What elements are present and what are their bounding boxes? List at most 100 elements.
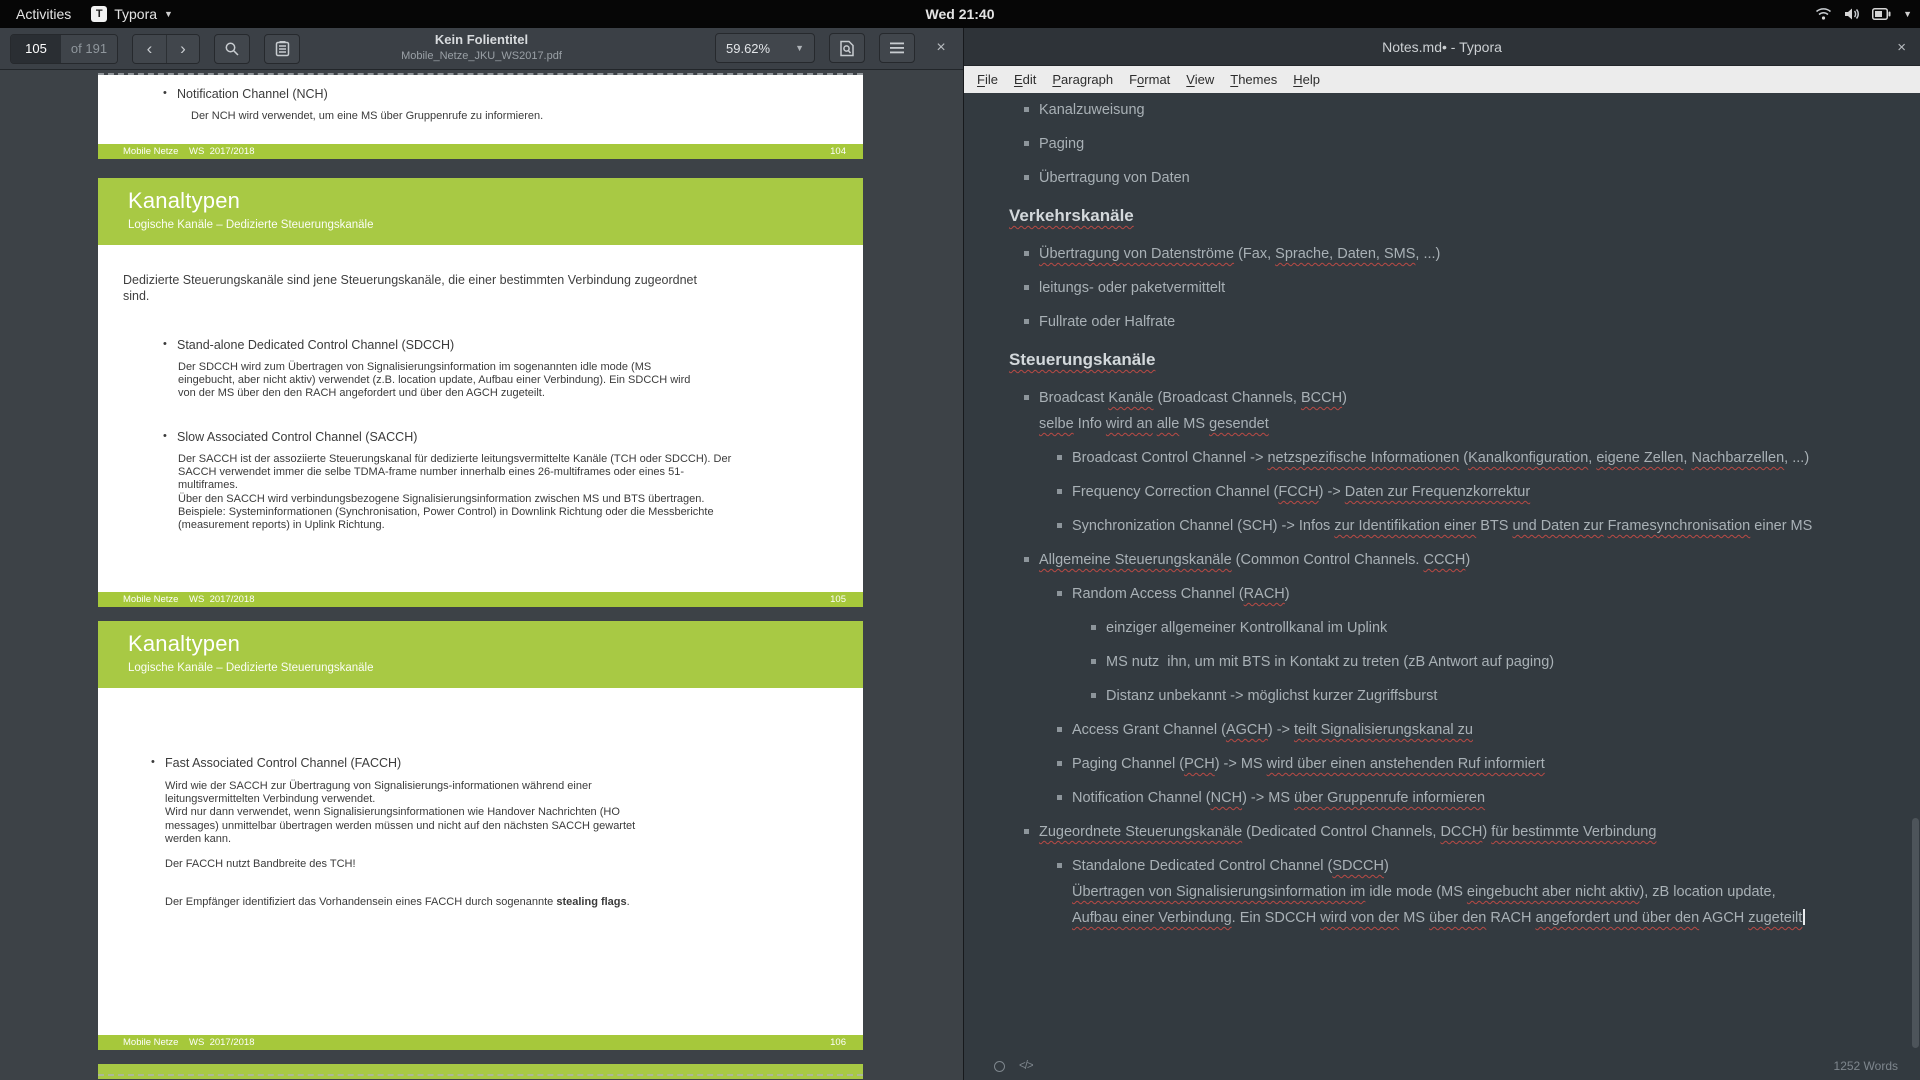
editor-list-item[interactable]: Aufbau einer Verbindung. Ein SDCCH wird …: [1009, 909, 1890, 928]
focus-mode-icon[interactable]: [994, 1061, 1005, 1072]
square-bullet-icon: [1024, 141, 1029, 146]
editor-line-text: Fullrate oder Halfrate: [1039, 314, 1175, 330]
word-count: 1252 Words: [1834, 1059, 1898, 1073]
editor-list-item[interactable]: Fullrate oder Halfrate: [1009, 313, 1890, 332]
search-button[interactable]: [214, 34, 250, 64]
zoom-level-dropdown[interactable]: 59.62% ▼: [715, 33, 815, 63]
slide-footer-text: Mobile Netze WS 2017/2018: [123, 146, 255, 157]
editor-list-item[interactable]: Notification Channel (NCH) -> MS über Gr…: [1009, 789, 1890, 808]
slide-body-text: Der SDCCH wird zum Übertragen von Signal…: [178, 361, 703, 401]
editor-list-item[interactable]: leitungs- oder paketvermittelt: [1009, 279, 1890, 298]
editor-list-item[interactable]: Broadcast Kanäle (Broadcast Channels, BC…: [1009, 389, 1890, 408]
square-bullet-icon: [1057, 455, 1062, 460]
system-status-area[interactable]: ▼: [1815, 0, 1912, 28]
editor-list-item[interactable]: einziger allgemeiner Kontrollkanal im Up…: [1009, 619, 1890, 638]
next-page-button[interactable]: ›: [166, 35, 199, 63]
previous-page-button[interactable]: ‹: [133, 35, 166, 63]
slide-body-text: Der SACCH ist der assoziierte Steuerungs…: [178, 453, 733, 532]
editor-list-item[interactable]: Zugeordnete Steuerungskanäle (Dedicated …: [1009, 823, 1890, 842]
square-bullet-icon: [1091, 659, 1096, 664]
square-bullet-icon: [1057, 863, 1062, 868]
editor-list-item[interactable]: Random Access Channel (RACH): [1009, 585, 1890, 604]
editor-line-text: Paging Channel (PCH) -> MS wird über ein…: [1072, 756, 1545, 772]
menu-paragraph[interactable]: Paragraph: [1044, 72, 1121, 87]
slide-footer-text: Mobile Netze WS 2017/2018: [123, 1037, 255, 1048]
editor-list-item[interactable]: Allgemeine Steuerungskanäle (Common Cont…: [1009, 551, 1890, 570]
slide-body-text-suffix: .: [627, 896, 630, 908]
typora-titlebar[interactable]: Notes.md• - Typora ×: [964, 28, 1920, 66]
typora-app-icon: T: [91, 6, 107, 22]
square-bullet-icon: [1024, 107, 1029, 112]
pdf-viewer-window: 105 of 191 ‹ › Kein Folientitel: [0, 28, 963, 1080]
slide-body-text: Der FACCH nutzt Bandbreite des TCH!: [165, 858, 670, 871]
editor-list-item[interactable]: Standalone Dedicated Control Channel (SD…: [1009, 857, 1890, 876]
pdf-content-area[interactable]: • Notification Channel (NCH) Der NCH wir…: [0, 70, 963, 1079]
clock[interactable]: Wed 21:40: [926, 6, 995, 22]
pdf-page-104: • Notification Channel (NCH) Der NCH wir…: [98, 75, 863, 159]
square-bullet-icon: [1057, 489, 1062, 494]
editor-list-item[interactable]: Access Grant Channel (AGCH) -> teilt Sig…: [1009, 721, 1890, 740]
square-bullet-icon: [1057, 727, 1062, 732]
slide-subtitle: Logische Kanäle – Dedizierte Steuerungsk…: [128, 660, 833, 676]
editor-line-text: leitungs- oder paketvermittelt: [1039, 280, 1225, 296]
editor-list-item[interactable]: Kanalzuweisung: [1009, 101, 1890, 120]
page-view-button[interactable]: [829, 33, 865, 63]
source-code-mode-icon[interactable]: </>: [1019, 1060, 1033, 1072]
editor-heading[interactable]: Verkehrskanäle: [1009, 205, 1890, 227]
page-number-input[interactable]: 105: [11, 35, 61, 63]
editor-area[interactable]: Kanalzuweisung Paging Übertragung von Date…: [964, 93, 1920, 1052]
editor-heading[interactable]: Steuerungskanäle: [1009, 349, 1890, 371]
slide-body-text: Der NCH wird verwendet, um eine MS über …: [98, 101, 863, 123]
editor-list-item[interactable]: Broadcast Control Channel -> netzspezifi…: [1009, 449, 1890, 468]
slide-footer-text: Mobile Netze WS 2017/2018: [123, 594, 255, 605]
editor-list-item[interactable]: Distanz unbekannt -> möglichst kurzer Zu…: [1009, 687, 1890, 706]
chevron-down-icon: ▼: [1903, 9, 1912, 19]
app-menu[interactable]: T Typora ▼: [91, 6, 173, 22]
editor-line-text: Standalone Dedicated Control Channel (SD…: [1072, 858, 1389, 874]
editor-list-item[interactable]: selbe Info wird an alle MS gesendet: [1009, 415, 1890, 434]
editor-line-text: Random Access Channel (RACH): [1072, 586, 1290, 602]
editor-list-item[interactable]: MS nutz ihn, um mit BTS in Kontakt zu tr…: [1009, 653, 1890, 672]
editor-line-text: einziger allgemeiner Kontrollkanal im Up…: [1106, 620, 1387, 636]
search-icon: [224, 41, 240, 57]
menu-help[interactable]: Help: [1285, 72, 1328, 87]
menu-view[interactable]: View: [1178, 72, 1222, 87]
document-filename: Mobile_Netze_JKU_WS2017.pdf: [272, 49, 692, 64]
bullet-icon: •: [163, 87, 177, 101]
editor-list-item[interactable]: Frequency Correction Channel (FCCH) -> D…: [1009, 483, 1890, 502]
editor-list-item[interactable]: Übertragung von Datenströme (Fax, Sprach…: [1009, 245, 1890, 264]
square-bullet-icon: [1057, 761, 1062, 766]
editor-line-text: selbe Info wird an alle MS gesendet: [1039, 416, 1269, 432]
close-button[interactable]: ×: [927, 33, 955, 63]
scrollbar-thumb[interactable]: [1912, 818, 1919, 1048]
square-bullet-icon: [1057, 591, 1062, 596]
pdf-page-107-top-edge: [98, 1064, 863, 1079]
square-bullet-icon: [1024, 395, 1029, 400]
menu-edit[interactable]: Edit: [1006, 72, 1044, 87]
slide-body-text: Der Empfänger identifiziert das Vorhande…: [165, 883, 670, 909]
editor-list-item[interactable]: Übertragung von Daten: [1009, 169, 1890, 188]
editor-line-text: Steuerungskanäle: [1009, 350, 1155, 369]
typora-statusbar: </> 1252 Words: [964, 1052, 1920, 1080]
editor-list-item[interactable]: Paging Channel (PCH) -> MS wird über ein…: [1009, 755, 1890, 774]
menu-themes[interactable]: Themes: [1222, 72, 1285, 87]
editor-line-text: Übertragung von Daten: [1039, 170, 1190, 186]
pdf-page-106: Kanaltypen Logische Kanäle – Dedizierte …: [98, 621, 863, 1050]
editor-list-item[interactable]: Paging: [1009, 135, 1890, 154]
editor-line-text: Übertragung von Datenströme (Fax, Sprach…: [1039, 246, 1440, 262]
close-button[interactable]: ×: [1897, 28, 1906, 66]
editor-line-text: Paging: [1039, 136, 1084, 152]
activities-button[interactable]: Activities: [12, 6, 75, 22]
slide-title: Kanaltypen: [128, 630, 833, 657]
zoom-level-value: 59.62%: [726, 41, 770, 56]
menu-format[interactable]: Format: [1121, 72, 1178, 87]
editor-line-text: Synchronization Channel (SCH) -> Infos z…: [1072, 518, 1812, 534]
document-title: Kein Folientitel: [272, 31, 692, 49]
editor-list-item[interactable]: Übertragen von Signalisierungsinformatio…: [1009, 883, 1890, 902]
editor-list-item[interactable]: Synchronization Channel (SCH) -> Infos z…: [1009, 517, 1890, 536]
pdf-toolbar: 105 of 191 ‹ › Kein Folientitel: [0, 28, 963, 70]
bullet-icon: •: [151, 756, 165, 770]
hamburger-menu-button[interactable]: [879, 33, 915, 63]
menu-file[interactable]: File: [969, 72, 1006, 87]
square-bullet-icon: [1024, 251, 1029, 256]
